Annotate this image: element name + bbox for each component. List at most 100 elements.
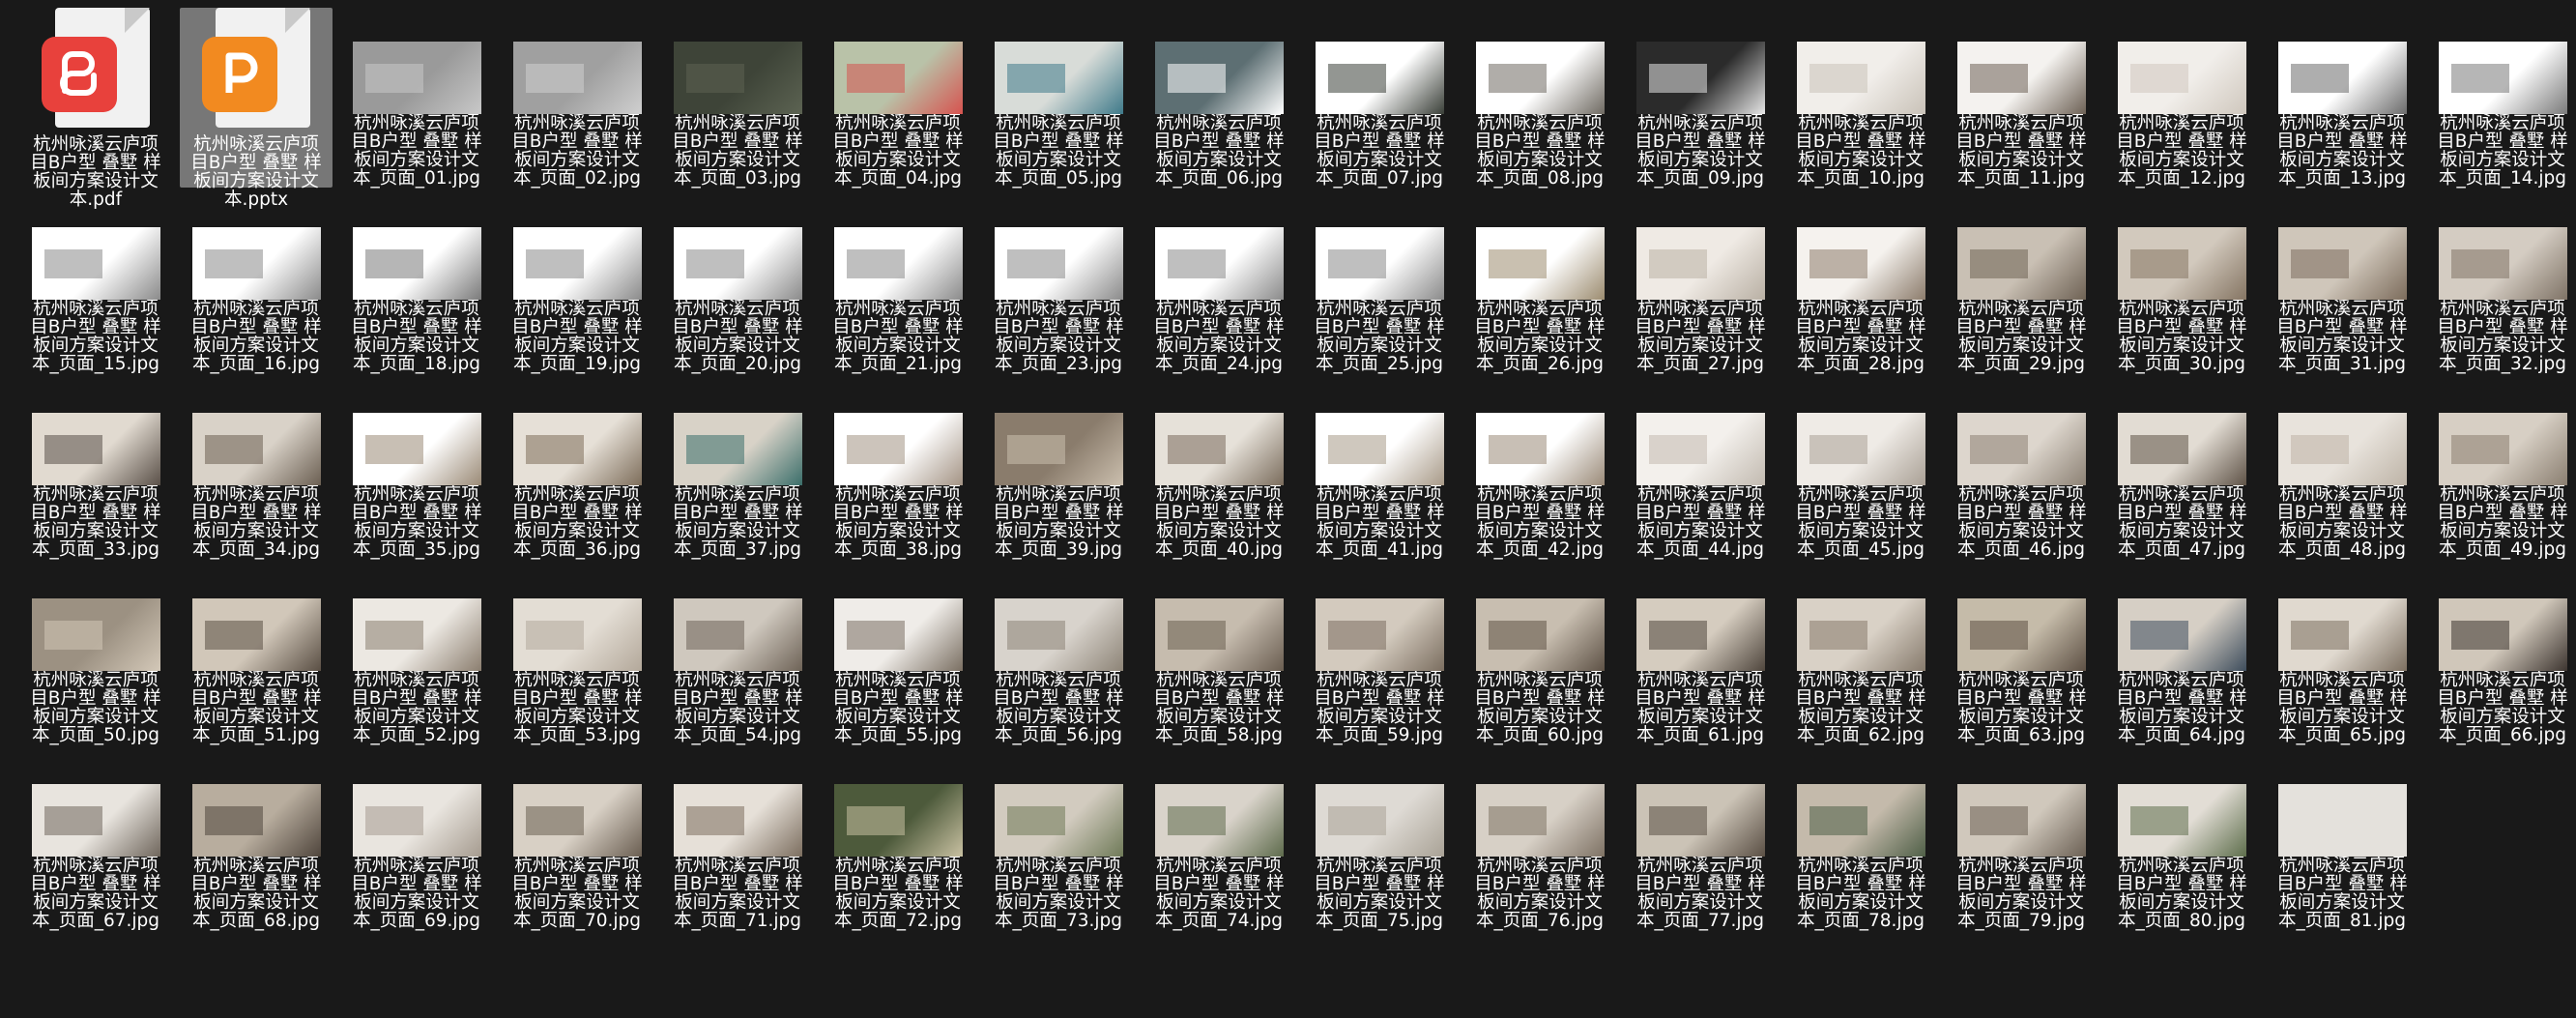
file-name-line: 本_页面_35.jpg (352, 539, 481, 560)
file-item[interactable]: 杭州咏溪云庐项 目B户型 叠墅 样板间方案设计文 本_页面_41.jpg (1303, 379, 1456, 559)
file-name: 杭州咏溪云庐项 目B户型 叠墅 样板间方案设计文 本_页面_10.jpg (1788, 114, 1933, 188)
file-item[interactable]: 杭州咏溪云庐项 目B户型 叠墅 样板间方案设计文 本_页面_79.jpg (1945, 750, 2098, 930)
file-item[interactable]: 杭州咏溪云庐项 目B户型 叠墅 样板间方案设计文 本_页面_33.jpg (19, 379, 172, 559)
file-name: 杭州咏溪云庐项 目B户型 叠墅 样板间方案设计文 本_页面_70.jpg (505, 857, 650, 930)
file-item[interactable]: 杭州咏溪云庐项 目B户型 叠墅 样板间方案设计文 本_页面_34.jpg (180, 379, 333, 559)
file-item[interactable]: 杭州咏溪云庐项 目B户型 叠墅 样板间方案设计文 本_页面_15.jpg (19, 193, 172, 373)
file-item[interactable]: 杭州咏溪云庐项 目B户型 叠墅 样板间方案设计文 本_页面_07.jpg (1303, 8, 1456, 188)
file-item[interactable]: 杭州咏溪云庐项 目B户型 叠墅 样板间方案设计文 本_页面_67.jpg (19, 750, 172, 930)
file-item[interactable]: 杭州咏溪云庐项 目B户型 叠墅 样板间方案设计文 本_页面_31.jpg (2266, 193, 2418, 373)
file-item[interactable]: 杭州咏溪云庐项 目B户型 叠墅 样板间方案设计文 本_页面_11.jpg (1945, 8, 2098, 188)
file-item[interactable]: 杭州咏溪云庐项 目B户型 叠墅 样板间方案设计文 本_页面_35.jpg (340, 379, 493, 559)
file-item[interactable]: 杭州咏溪云庐项 目B户型 叠墅 样板间方案设计文 本_页面_39.jpg (982, 379, 1135, 559)
file-name-line: 杭州咏溪云庐项 (1637, 670, 1763, 690)
file-item[interactable]: 杭州咏溪云庐项 目B户型 叠墅 样板间方案设计文 本.pdf (19, 8, 172, 209)
file-name-line: 本_页面_74.jpg (1154, 911, 1284, 931)
file-item[interactable]: 杭州咏溪云庐项 目B户型 叠墅 样板间方案设计文 本_页面_54.jpg (661, 565, 814, 744)
file-item[interactable]: 杭州咏溪云庐项 目B户型 叠墅 样板间方案设计文 本_页面_76.jpg (1463, 750, 1616, 930)
file-item[interactable]: 杭州咏溪云庐项 目B户型 叠墅 样板间方案设计文 本_页面_40.jpg (1143, 379, 1295, 559)
file-item[interactable]: 杭州咏溪云庐项 目B户型 叠墅 样板间方案设计文 本_页面_42.jpg (1463, 379, 1616, 559)
file-thumbnail-area (822, 8, 974, 120)
file-item[interactable]: 杭州咏溪云庐项 目B户型 叠墅 样板间方案设计文 本_页面_25.jpg (1303, 193, 1456, 373)
image-thumbnail (1956, 413, 2086, 485)
file-item[interactable]: 杭州咏溪云庐项 目B户型 叠墅 样板间方案设计文 本_页面_02.jpg (501, 8, 653, 188)
file-item[interactable]: 杭州咏溪云庐项 目B户型 叠墅 样板间方案设计文 本_页面_20.jpg (661, 193, 814, 373)
file-item[interactable]: 杭州咏溪云庐项 目B户型 叠墅 样板间方案设计文 本_页面_24.jpg (1143, 193, 1295, 373)
file-item[interactable]: 杭州咏溪云庐项 目B户型 叠墅 样板间方案设计文 本_页面_49.jpg (2426, 379, 2576, 559)
file-item[interactable]: 杭州咏溪云庐项 目B户型 叠墅 样板间方案设计文 本_页面_77.jpg (1624, 750, 1777, 930)
file-item[interactable]: 杭州咏溪云庐项 目B户型 叠墅 样板间方案设计文 本_页面_64.jpg (2105, 565, 2258, 744)
file-item[interactable]: 杭州咏溪云庐项 目B户型 叠墅 样板间方案设计文 本_页面_80.jpg (2105, 750, 2258, 930)
file-item[interactable]: 杭州咏溪云庐项 目B户型 叠墅 样板间方案设计文 本_页面_05.jpg (982, 8, 1135, 188)
file-item[interactable]: 杭州咏溪云庐项 目B户型 叠墅 样板间方案设计文 本_页面_48.jpg (2266, 379, 2418, 559)
file-name-line: 杭州咏溪云庐项 (1958, 484, 2084, 505)
file-item[interactable]: 杭州咏溪云庐项 目B户型 叠墅 样板间方案设计文 本_页面_01.jpg (340, 8, 493, 188)
thumbnail-detail (364, 63, 423, 93)
file-item[interactable]: 杭州咏溪云庐项 目B户型 叠墅 样板间方案设计文 本_页面_63.jpg (1945, 565, 2098, 744)
file-item[interactable]: 杭州咏溪云庐项 目B户型 叠墅 样板间方案设计文 本_页面_46.jpg (1945, 379, 2098, 559)
image-thumbnail (833, 413, 963, 485)
file-item[interactable]: 杭州咏溪云庐项 目B户型 叠墅 样板间方案设计文 本_页面_52.jpg (340, 565, 493, 744)
file-item[interactable]: 杭州咏溪云庐项 目B户型 叠墅 样板间方案设计文 本_页面_16.jpg (180, 193, 333, 373)
file-item[interactable]: 杭州咏溪云庐项 目B户型 叠墅 样板间方案设计文 本_页面_47.jpg (2105, 379, 2258, 559)
file-name-line: 板间方案设计文 (835, 150, 961, 170)
file-item[interactable]: 杭州咏溪云庐项 目B户型 叠墅 样板间方案设计文 本_页面_78.jpg (1784, 750, 1937, 930)
file-item[interactable]: 杭州咏溪云庐项 目B户型 叠墅 样板间方案设计文 本_页面_59.jpg (1303, 565, 1456, 744)
file-item[interactable]: 杭州咏溪云庐项 目B户型 叠墅 样板间方案设计文 本_页面_10.jpg (1784, 8, 1937, 188)
file-item[interactable]: 杭州咏溪云庐项 目B户型 叠墅 样板间方案设计文 本_页面_56.jpg (982, 565, 1135, 744)
file-item[interactable]: 杭州咏溪云庐项 目B户型 叠墅 样板间方案设计文 本_页面_14.jpg (2426, 8, 2576, 188)
file-item[interactable]: 杭州咏溪云庐项 目B户型 叠墅 样板间方案设计文 本_页面_65.jpg (2266, 565, 2418, 744)
file-item[interactable]: 杭州咏溪云庐项 目B户型 叠墅 样板间方案设计文 本_页面_19.jpg (501, 193, 653, 373)
file-item[interactable]: 杭州咏溪云庐项 目B户型 叠墅 样板间方案设计文 本_页面_44.jpg (1624, 379, 1777, 559)
thumbnail-detail (1006, 805, 1065, 835)
file-item[interactable]: 杭州咏溪云庐项 目B户型 叠墅 样板间方案设计文 本_页面_71.jpg (661, 750, 814, 930)
file-item[interactable]: 杭州咏溪云庐项 目B户型 叠墅 样板间方案设计文 本_页面_21.jpg (822, 193, 974, 373)
file-item[interactable]: 杭州咏溪云庐项 目B户型 叠墅 样板间方案设计文 本_页面_06.jpg (1143, 8, 1295, 188)
file-item[interactable]: 杭州咏溪云庐项 目B户型 叠墅 样板间方案设计文 本_页面_69.jpg (340, 750, 493, 930)
file-item[interactable]: 杭州咏溪云庐项 目B户型 叠墅 样板间方案设计文 本_页面_61.jpg (1624, 565, 1777, 744)
file-thumbnail-area (661, 750, 814, 862)
file-item[interactable]: 杭州咏溪云庐项 目B户型 叠墅 样板间方案设计文 本_页面_32.jpg (2426, 193, 2576, 373)
file-item[interactable]: 杭州咏溪云庐项 目B户型 叠墅 样板间方案设计文 本_页面_45.jpg (1784, 379, 1937, 559)
file-item[interactable]: 杭州咏溪云庐项 目B户型 叠墅 样板间方案设计文 本_页面_68.jpg (180, 750, 333, 930)
file-item[interactable]: 杭州咏溪云庐项 目B户型 叠墅 样板间方案设计文 本_页面_60.jpg (1463, 565, 1616, 744)
file-item[interactable]: 杭州咏溪云庐项 目B户型 叠墅 样板间方案设计文 本_页面_08.jpg (1463, 8, 1616, 188)
file-item[interactable]: 杭州咏溪云庐项 目B户型 叠墅 样板间方案设计文 本.pptx (180, 8, 333, 209)
file-item[interactable]: 杭州咏溪云庐项 目B户型 叠墅 样板间方案设计文 本_页面_50.jpg (19, 565, 172, 744)
file-item[interactable]: 杭州咏溪云庐项 目B户型 叠墅 样板间方案设计文 本_页面_18.jpg (340, 193, 493, 373)
image-thumbnail (994, 227, 1123, 300)
file-item[interactable]: 杭州咏溪云庐项 目B户型 叠墅 样板间方案设计文 本_页面_74.jpg (1143, 750, 1295, 930)
file-name-line: 本_页面_10.jpg (1796, 168, 1925, 189)
image-thumbnail (1475, 42, 1605, 114)
file-item[interactable]: 杭州咏溪云庐项 目B户型 叠墅 样板间方案设计文 本_页面_27.jpg (1624, 193, 1777, 373)
file-item[interactable]: 杭州咏溪云庐项 目B户型 叠墅 样板间方案设计文 本_页面_53.jpg (501, 565, 653, 744)
file-item[interactable]: 杭州咏溪云庐项 目B户型 叠墅 样板间方案设计文 本_页面_73.jpg (982, 750, 1135, 930)
file-item[interactable]: 杭州咏溪云庐项 目B户型 叠墅 样板间方案设计文 本_页面_37.jpg (661, 379, 814, 559)
file-item[interactable]: 杭州咏溪云庐项 目B户型 叠墅 样板间方案设计文 本_页面_55.jpg (822, 565, 974, 744)
file-item[interactable]: 杭州咏溪云庐项 目B户型 叠墅 样板间方案设计文 本_页面_09.jpg (1624, 8, 1777, 188)
file-item[interactable]: 杭州咏溪云庐项 目B户型 叠墅 样板间方案设计文 本_页面_38.jpg (822, 379, 974, 559)
file-item[interactable]: 杭州咏溪云庐项 目B户型 叠墅 样板间方案设计文 本_页面_58.jpg (1143, 565, 1295, 744)
file-item[interactable]: 杭州咏溪云庐项 目B户型 叠墅 样板间方案设计文 本_页面_30.jpg (2105, 193, 2258, 373)
file-item[interactable]: 杭州咏溪云庐项 目B户型 叠墅 样板间方案设计文 本_页面_03.jpg (661, 8, 814, 188)
file-item[interactable]: 杭州咏溪云庐项 目B户型 叠墅 样板间方案设计文 本_页面_66.jpg (2426, 565, 2576, 744)
file-item[interactable]: 杭州咏溪云庐项 目B户型 叠墅 样板间方案设计文 本_页面_81.jpg (2266, 750, 2418, 930)
image-thumbnail (512, 784, 642, 857)
file-item[interactable]: 杭州咏溪云庐项 目B户型 叠墅 样板间方案设计文 本_页面_23.jpg (982, 193, 1135, 373)
file-item[interactable]: 杭州咏溪云庐项 目B户型 叠墅 样板间方案设计文 本_页面_62.jpg (1784, 565, 1937, 744)
file-item[interactable]: 杭州咏溪云庐项 目B户型 叠墅 样板间方案设计文 本_页面_36.jpg (501, 379, 653, 559)
thumbnail-detail (2129, 63, 2188, 93)
file-name-line: 杭州咏溪云庐项 (1317, 113, 1442, 133)
file-item[interactable]: 杭州咏溪云庐项 目B户型 叠墅 样板间方案设计文 本_页面_70.jpg (501, 750, 653, 930)
file-item[interactable]: 杭州咏溪云庐项 目B户型 叠墅 样板间方案设计文 本_页面_04.jpg (822, 8, 974, 188)
file-item[interactable]: 杭州咏溪云庐项 目B户型 叠墅 样板间方案设计文 本_页面_26.jpg (1463, 193, 1616, 373)
file-item[interactable]: 杭州咏溪云庐项 目B户型 叠墅 样板间方案设计文 本_页面_75.jpg (1303, 750, 1456, 930)
file-item[interactable]: 杭州咏溪云庐项 目B户型 叠墅 样板间方案设计文 本_页面_29.jpg (1945, 193, 2098, 373)
file-item[interactable]: 杭州咏溪云庐项 目B户型 叠墅 样板间方案设计文 本_页面_13.jpg (2266, 8, 2418, 188)
image-thumbnail (833, 598, 963, 671)
file-item[interactable]: 杭州咏溪云庐项 目B户型 叠墅 样板间方案设计文 本_页面_28.jpg (1784, 193, 1937, 373)
file-item[interactable]: 杭州咏溪云庐项 目B户型 叠墅 样板间方案设计文 本_页面_12.jpg (2105, 8, 2258, 188)
file-item[interactable]: 杭州咏溪云庐项 目B户型 叠墅 样板间方案设计文 本_页面_51.jpg (180, 565, 333, 744)
file-item[interactable]: 杭州咏溪云庐项 目B户型 叠墅 样板间方案设计文 本_页面_72.jpg (822, 750, 974, 930)
file-name-line: 本_页面_24.jpg (1154, 354, 1284, 374)
